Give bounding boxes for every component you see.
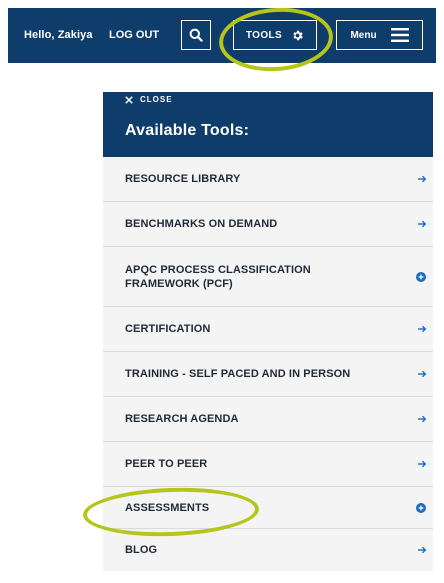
tool-item-label: TRAINING - SELF PACED AND IN PERSON [125,368,351,380]
arrow-right-icon [418,460,427,468]
arrow-right-icon [418,415,427,423]
top-header-bar: Hello, Zakiya LOG OUT TOOLS Menu [8,8,436,63]
tools-list: RESOURCE LIBRARY BENCHMARKS ON DEMAND AP… [103,157,433,571]
tools-panel-header: CLOSE Available Tools: [103,92,433,157]
arrow-right-icon [418,546,427,554]
tools-button[interactable]: TOOLS [233,20,317,50]
expand-plus-icon [416,271,426,282]
hamburger-icon [390,28,409,42]
tool-item-label: BLOG [125,544,158,556]
tool-item-research-agenda[interactable]: RESEARCH AGENDA [103,397,433,442]
tool-item-blog[interactable]: BLOG [103,529,433,571]
logout-link[interactable]: LOG OUT [109,8,159,63]
arrow-right-icon [418,175,427,183]
close-button[interactable]: CLOSE [125,95,173,104]
tool-item-resource-library[interactable]: RESOURCE LIBRARY [103,157,433,202]
search-button[interactable] [181,20,211,50]
close-icon [125,95,133,104]
expand-plus-icon [416,502,426,513]
tool-item-label: BENCHMARKS ON DEMAND [125,218,278,230]
user-greeting: Hello, Zakiya [24,29,93,41]
menu-button-label: Menu [350,29,377,41]
tool-item-label: RESEARCH AGENDA [125,413,239,425]
tool-item-certification[interactable]: CERTIFICATION [103,307,433,352]
tool-item-apqc-pcf[interactable]: APQC PROCESS CLASSIFICATION FRAMEWORK (P… [103,247,433,307]
search-icon [189,28,203,42]
panel-title: Available Tools: [125,122,250,139]
menu-button[interactable]: Menu [336,20,423,50]
tool-item-training[interactable]: TRAINING - SELF PACED AND IN PERSON [103,352,433,397]
close-label: CLOSE [140,95,173,104]
tool-item-label: PEER TO PEER [125,458,208,470]
tool-item-label: RESOURCE LIBRARY [125,173,241,185]
tool-item-label: CERTIFICATION [125,323,211,335]
tools-panel: CLOSE Available Tools: RESOURCE LIBRARY … [103,92,433,572]
arrow-right-icon [418,370,427,378]
tools-button-label: TOOLS [245,29,283,41]
gear-icon [293,30,303,40]
tool-item-assessments[interactable]: ASSESSMENTS [103,487,433,529]
tool-item-label: ASSESSMENTS [125,501,210,514]
arrow-right-icon [418,325,427,333]
tool-item-benchmarks-on-demand[interactable]: BENCHMARKS ON DEMAND [103,202,433,247]
tool-item-label: APQC PROCESS CLASSIFICATION FRAMEWORK (P… [125,263,311,290]
tool-item-peer-to-peer[interactable]: PEER TO PEER [103,442,433,487]
arrow-right-icon [418,220,427,228]
